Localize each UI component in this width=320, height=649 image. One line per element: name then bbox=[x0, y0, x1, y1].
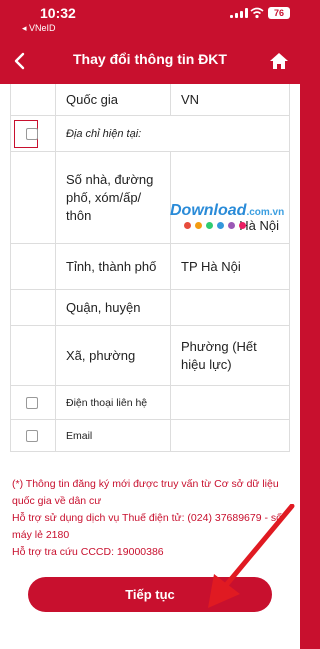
battery-icon: 76 bbox=[268, 7, 290, 19]
table-row: Quận, huyện bbox=[11, 290, 289, 326]
table-row: Tỉnh, thành phố TP Hà Nội bbox=[11, 244, 289, 290]
province-value: TP Hà Nội bbox=[181, 259, 241, 274]
status-time: 10:32 bbox=[40, 5, 76, 21]
email-label: Email bbox=[56, 420, 171, 451]
info-table: Quốc gia VN Địa chỉ hiện tại: Số nhà, đư… bbox=[10, 84, 290, 452]
phone-value[interactable] bbox=[171, 386, 289, 419]
current-address-checkbox[interactable] bbox=[26, 127, 38, 140]
ward-value: Phường (Hết hiệu lực) bbox=[181, 338, 257, 372]
wifi-icon bbox=[250, 7, 264, 19]
street-label: Số nhà, đường phố, xóm/ấp/ thôn bbox=[56, 152, 171, 243]
row-checkbox-cell bbox=[11, 420, 56, 451]
email-value[interactable] bbox=[171, 420, 289, 451]
current-address-label: Địa chỉ hiện tại: bbox=[66, 127, 142, 140]
country-label: Quốc gia bbox=[56, 84, 171, 115]
row-spacer bbox=[11, 290, 56, 325]
row-checkbox-cell bbox=[11, 116, 56, 151]
country-value: VN bbox=[181, 92, 200, 107]
back-to-app-link[interactable]: ◂ VNeID bbox=[22, 23, 56, 34]
ward-label: Xã, phường bbox=[56, 326, 171, 385]
district-value bbox=[171, 290, 289, 325]
pointer-arrow-icon bbox=[208, 504, 295, 608]
row-spacer bbox=[11, 152, 56, 243]
content-area: Quốc gia VN Địa chỉ hiện tại: Số nhà, đư… bbox=[0, 84, 300, 649]
home-icon[interactable] bbox=[268, 50, 290, 72]
row-spacer bbox=[11, 244, 56, 289]
district-label: Quận, huyện bbox=[56, 290, 171, 325]
row-spacer bbox=[11, 84, 56, 115]
app-header: Thay đổi thông tin ĐKT bbox=[0, 38, 300, 84]
email-checkbox[interactable] bbox=[26, 429, 38, 442]
chevron-left-icon[interactable] bbox=[8, 49, 32, 73]
table-row: Điện thoại liên hệ bbox=[11, 386, 289, 420]
phone-label: Điện thoại liên hệ bbox=[56, 386, 171, 419]
download-watermark-logo: Download.com.vn bbox=[170, 202, 310, 238]
phone-checkbox[interactable] bbox=[26, 396, 38, 409]
row-checkbox-cell bbox=[11, 386, 56, 419]
table-row: Quốc gia VN bbox=[11, 84, 289, 116]
table-row: Địa chỉ hiện tại: bbox=[11, 116, 289, 152]
table-row: Email bbox=[11, 420, 289, 452]
page-title: Thay đổi thông tin ĐKT bbox=[73, 51, 227, 67]
province-label: Tỉnh, thành phố bbox=[56, 244, 171, 289]
row-spacer bbox=[11, 326, 56, 385]
status-bar: 10:32 ◂ VNeID 76 bbox=[0, 0, 300, 38]
signal-icon bbox=[230, 8, 248, 18]
table-row: Xã, phường Phường (Hết hiệu lực) bbox=[11, 326, 289, 386]
